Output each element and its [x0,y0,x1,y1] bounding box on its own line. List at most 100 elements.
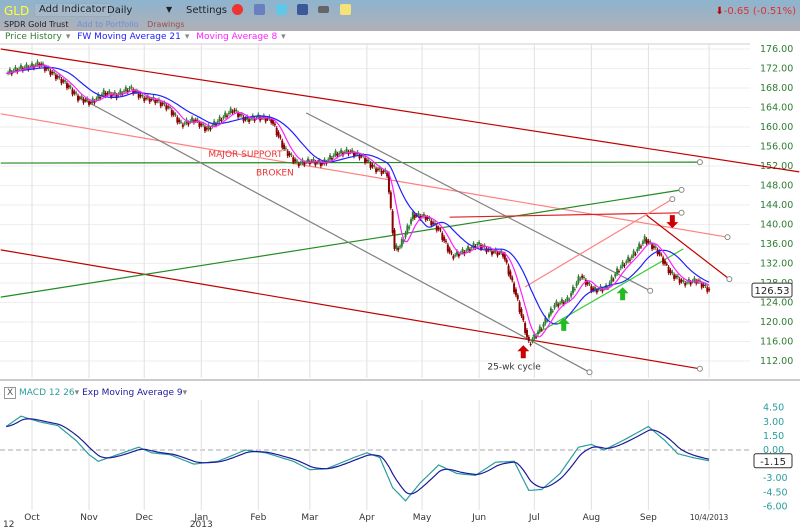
candle [145,98,148,100]
candle [634,253,637,255]
candle [231,111,234,113]
candle [404,232,407,238]
candle [557,304,560,307]
candle [619,266,622,269]
candle [312,158,315,162]
candle [514,289,517,296]
candle [154,99,157,104]
candle [577,276,580,283]
candle [496,252,499,256]
candle [660,254,663,256]
candle [288,153,291,156]
candle [621,261,624,267]
candle [673,274,676,279]
candle [570,293,573,297]
y-tick-label: 160.00 [760,122,793,133]
chart-annotation: BROKEN [256,168,294,178]
candle [588,283,591,285]
chevron-down-icon[interactable]: ▾ [183,388,188,398]
candle [586,281,589,285]
candle [62,80,65,82]
candle [227,112,230,115]
candle [564,300,567,302]
candle [54,74,57,80]
candle [354,153,357,155]
candle [19,65,22,69]
candle [689,281,692,285]
candle [222,116,225,119]
candle [389,192,392,209]
candle [410,219,413,224]
candle [51,71,54,74]
candle [411,211,414,220]
candle [321,163,324,165]
candle [56,76,59,78]
candle [108,90,111,94]
trendline [532,248,684,337]
candle [332,155,335,157]
candle [14,66,17,71]
candle [275,128,278,136]
candle [60,78,63,84]
candle [678,278,681,284]
y-tick-label: 140.00 [760,220,793,231]
candle [413,214,416,219]
trendline-handle [726,276,733,283]
candle [174,114,177,116]
y-tick-label: 112.00 [760,356,793,367]
candle [329,155,332,160]
candle [292,157,295,163]
candle [382,171,385,173]
macd-legend-item[interactable]: MACD 12 26 [19,388,75,398]
candle [82,99,85,103]
candle [196,119,199,122]
candle [553,304,556,309]
candle [662,257,665,264]
candle [669,270,672,274]
candle [684,283,687,286]
macd-y-tick-label: 1.50 [763,431,784,442]
candle [297,163,300,167]
y-tick-label: 124.00 [760,298,793,309]
candle [233,109,236,112]
candle [172,112,175,115]
candle [395,245,398,249]
candle [209,128,212,130]
candle [194,119,197,122]
candle [367,160,370,162]
year-label: 2013 [190,520,213,530]
candle [283,144,286,149]
candle [700,283,703,288]
candle [229,108,232,113]
candle [80,96,83,99]
close-panel-button[interactable]: X [4,387,17,399]
candle [614,273,617,277]
y-tick-label: 144.00 [760,200,793,211]
candle [307,158,309,162]
candle [31,63,33,67]
candle [682,280,685,282]
candle [649,241,652,243]
last-price-label: 126.53 [755,286,790,297]
chevron-down-icon[interactable]: ▾ [75,388,80,398]
candle [441,233,444,240]
candle [643,236,646,242]
candle [198,122,201,127]
candle [651,244,654,250]
candle [338,153,341,155]
candle [708,288,711,291]
candle [627,256,630,262]
candle [102,89,105,95]
ema9-legend-item[interactable]: Exp Moving Average 9 [82,388,183,398]
candle [555,301,558,305]
candle [18,68,21,70]
candle [658,251,661,255]
candle [446,244,449,252]
candle [645,239,648,244]
candle [566,297,569,301]
candle [625,261,628,264]
candle [551,310,554,312]
y-tick-label: 120.00 [760,317,793,328]
candle [448,248,451,253]
candle [360,155,363,157]
